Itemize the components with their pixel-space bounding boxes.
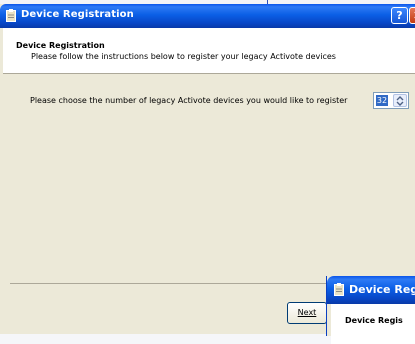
device-count-prompt: Please choose the number of legacy Activ… (30, 96, 348, 105)
help-button[interactable]: ? (391, 7, 408, 24)
close-button[interactable]: ✕ (409, 7, 415, 24)
header-title: Device Registration (16, 41, 105, 50)
header-divider (3, 73, 415, 74)
second-header-title: Device Regis (345, 316, 403, 325)
spin-arrows-icon (396, 96, 404, 106)
clipboard-icon (6, 9, 16, 22)
wizard-header: Device Registration Please follow the in… (3, 28, 415, 73)
header-subtitle: Please follow the instructions below to … (31, 52, 336, 61)
next-button[interactable]: Next (287, 302, 327, 324)
next-button-label: Next (297, 308, 317, 317)
title-bar[interactable]: Device Registration ? ✕ (0, 4, 415, 28)
second-wizard-header: Device Regis (331, 304, 415, 344)
help-icon: ? (396, 9, 403, 22)
second-registration-window[interactable]: Device Regi Device Regis (326, 276, 415, 344)
second-title-bar[interactable]: Device Regi (327, 276, 415, 304)
device-count-value[interactable]: 32 (376, 95, 388, 106)
second-window-title: Device Regi (349, 283, 415, 296)
clipboard-icon (334, 283, 344, 296)
device-count-spinner[interactable]: 32 (373, 92, 409, 109)
window-title: Device Registration (21, 9, 134, 20)
spin-buttons[interactable] (393, 94, 407, 107)
